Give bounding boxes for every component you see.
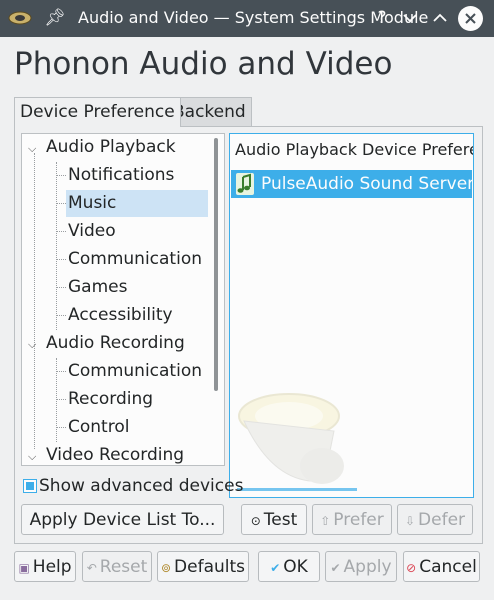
speaker-icon	[238, 393, 344, 484]
apply-label: Apply	[343, 557, 392, 577]
tree-item-video-recording[interactable]: Video Recording	[44, 442, 186, 465]
reset-button[interactable]: ↶ Reset	[82, 551, 152, 582]
defer-label: Defer	[418, 510, 466, 530]
chevron-down-icon[interactable]: ⌵	[28, 142, 36, 156]
app-icon[interactable]	[8, 8, 32, 28]
tree-guide	[34, 153, 35, 449]
minimize-icon[interactable]	[398, 6, 422, 30]
reset-icon: ↶	[86, 561, 97, 575]
tree-guide	[56, 315, 66, 316]
pin-icon[interactable]: 📌︎	[44, 8, 66, 28]
tree-item-music[interactable]: Music	[66, 190, 208, 217]
title-bar[interactable]: 📌︎ Audio and Video — System Settings Mod…	[0, 0, 494, 37]
device-list[interactable]: Audio Playback Device Preference for 'Mu…	[229, 133, 474, 498]
device-list-header: Audio Playback Device Preference for 'Mu…	[235, 140, 473, 159]
tree-guide	[56, 399, 66, 400]
play-icon: ⊙	[250, 514, 261, 528]
defaults-button[interactable]: ⊚ Defaults	[157, 551, 249, 582]
window-bottom-edge	[0, 592, 494, 600]
maximize-icon[interactable]	[428, 6, 452, 30]
tree-item-audio-recording[interactable]: Audio Recording	[44, 330, 187, 357]
chevron-down-icon[interactable]: ⌵	[28, 338, 36, 352]
tree-guide	[56, 203, 66, 204]
category-tree[interactable]: ⌵ Audio Playback Notifications Music Vid…	[21, 133, 225, 466]
help-icon[interactable]: ?	[370, 6, 394, 30]
tree-guide	[56, 287, 66, 288]
apply-device-list-button[interactable]: Apply Device List To...	[21, 504, 224, 535]
tree-item-notifications[interactable]: Notifications	[66, 162, 176, 189]
tree-item-audio-playback[interactable]: Audio Playback	[44, 134, 178, 161]
tree-item-communication[interactable]: Communication	[66, 246, 204, 273]
ok-button[interactable]: ✔ OK	[258, 551, 320, 582]
cancel-icon: ⊘	[406, 561, 417, 575]
music-note-icon	[236, 173, 254, 195]
tree-scrollbar[interactable]	[214, 138, 218, 391]
tree-guide	[56, 231, 66, 232]
ok-label: OK	[283, 557, 308, 577]
page-title: Phonon Audio and Video	[14, 46, 393, 82]
tree-item-accessibility[interactable]: Accessibility	[66, 302, 175, 329]
checkmark-icon: ✔	[270, 561, 281, 575]
tree-item-recording[interactable]: Recording	[66, 386, 155, 413]
chevron-down-icon[interactable]: ⌵	[28, 450, 36, 464]
help-button[interactable]: ▣ Help	[14, 551, 76, 582]
defaults-label: Defaults	[174, 557, 246, 577]
help-label: Help	[32, 557, 72, 577]
help-book-icon: ▣	[18, 561, 30, 575]
tree-guide	[56, 427, 66, 428]
device-label: PulseAudio Sound Server	[261, 174, 474, 194]
defer-button[interactable]: ⇩ Defer	[397, 504, 473, 535]
tree-item-video[interactable]: Video	[66, 218, 118, 245]
prefer-label: Prefer	[333, 510, 384, 530]
close-icon[interactable]	[458, 6, 483, 31]
device-row-pulseaudio[interactable]: PulseAudio Sound Server	[231, 170, 474, 198]
defaults-icon: ⊚	[160, 561, 172, 575]
tree-guide	[56, 175, 66, 176]
cancel-label: Cancel	[419, 557, 477, 577]
cancel-button[interactable]: ⊘ Cancel	[403, 551, 480, 582]
show-advanced-checkbox[interactable]	[23, 479, 37, 493]
arrow-down-icon: ⇩	[404, 514, 416, 528]
checkmark-icon: ✔	[330, 561, 341, 575]
prefer-button[interactable]: ⇧ Prefer	[312, 504, 392, 535]
tab-device-preference[interactable]: Device Preference	[14, 97, 181, 127]
tree-item-communication[interactable]: Communication	[66, 358, 204, 385]
tree-guide	[56, 371, 66, 372]
apply-button[interactable]: ✔ Apply	[325, 551, 397, 582]
tree-item-games[interactable]: Games	[66, 274, 129, 301]
test-label: Test	[263, 510, 298, 530]
tree-item-control[interactable]: Control	[66, 414, 131, 441]
show-advanced-label: Show advanced devices	[39, 476, 244, 496]
device-list-hscrollbar[interactable]	[237, 488, 357, 491]
arrow-up-icon: ⇧	[320, 514, 331, 528]
tree-guide	[56, 162, 57, 330]
test-button[interactable]: ⊙ Test	[241, 504, 307, 535]
reset-label: Reset	[99, 557, 148, 577]
tree-guide	[56, 259, 66, 260]
